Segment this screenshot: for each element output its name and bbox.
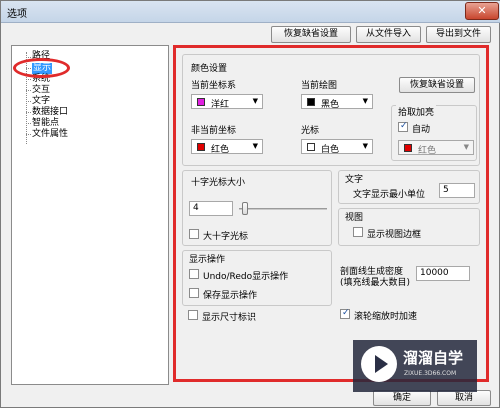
highlight-oval <box>13 58 70 78</box>
crosshair-size-group: 十字光标大小 4 大十字光标 <box>182 170 332 246</box>
cancel-button[interactable]: 取消 <box>437 390 491 406</box>
pick-highlight-title: 拾取加亮 <box>396 105 437 118</box>
pick-highlight-group: 拾取加亮 自动 红色 ▼ <box>391 105 477 161</box>
restore-defaults-button[interactable]: 恢复缺省设置 <box>271 26 351 43</box>
undo-redo-label: Undo/Redo显示操作 <box>203 272 289 282</box>
current-axis-color-select[interactable]: 洋红 ▼ <box>191 94 263 110</box>
watermark-sub-text: ZIXUE.3D66.COM <box>404 370 457 377</box>
tree-branch <box>26 123 31 124</box>
tree-branch <box>26 112 31 113</box>
display-ops-group: 显示操作 Undo/Redo显示操作 保存显示操作 <box>182 250 332 306</box>
view-title: 视图 <box>345 213 364 223</box>
noncurrent-axis-label: 非当前坐标 <box>191 126 237 136</box>
big-crosshair-label: 大十字光标 <box>203 232 249 242</box>
cursor-color-value: 白色 <box>321 145 340 155</box>
cursor-color-select[interactable]: 白色 ▼ <box>301 139 373 155</box>
wheel-zoom-label: 滚轮缩放时加速 <box>354 312 418 322</box>
window-title: 选项 <box>7 9 27 20</box>
tree-item-data-interface[interactable]: 数据接口 <box>32 107 68 118</box>
show-view-border-label: 显示视图边框 <box>367 230 422 240</box>
chevron-down-icon: ▼ <box>362 142 368 150</box>
section-density-input[interactable]: 10000 <box>416 266 470 281</box>
save-display-checkbox[interactable] <box>189 288 199 298</box>
play-triangle <box>375 355 388 373</box>
color-swatch <box>404 144 412 152</box>
auto-highlight-checkbox[interactable] <box>398 121 408 132</box>
noncurrent-axis-color-select[interactable]: 红色 ▼ <box>191 139 263 155</box>
highlight-color-select[interactable]: 红色 ▼ <box>398 140 474 156</box>
auto-highlight-label: 自动 <box>412 125 431 135</box>
watermark-main-text: 溜溜自学 <box>403 349 464 367</box>
export-file-button[interactable]: 导出到文件 <box>426 26 491 43</box>
chevron-down-icon: ▼ <box>252 142 258 150</box>
crosshair-size-title: 十字光标大小 <box>191 178 246 188</box>
slider-track <box>239 208 327 210</box>
view-group: 视图 显示视图边框 <box>338 208 480 246</box>
min-unit-label: 文字显示最小单位 <box>353 190 426 200</box>
noncurrent-axis-color-value: 红色 <box>211 145 230 155</box>
tree-item-file-properties[interactable]: 文件属性 <box>32 129 68 140</box>
tree-branch <box>26 79 31 80</box>
text-title: 文字 <box>345 175 364 185</box>
color-restore-defaults-button[interactable]: 恢复缺省设置 <box>399 77 475 93</box>
current-draw-label: 当前绘图 <box>301 81 338 91</box>
dimension-marks-label: 显示尺寸标识 <box>202 313 257 323</box>
color-swatch <box>197 98 205 106</box>
show-view-border-checkbox[interactable] <box>353 227 363 237</box>
current-draw-color-select[interactable]: 黑色 ▼ <box>301 94 373 110</box>
color-swatch <box>197 143 205 151</box>
crosshair-size-slider[interactable] <box>239 201 327 216</box>
highlight-color-value: 红色 <box>418 146 437 156</box>
color-settings-title: 颜色设置 <box>191 64 228 74</box>
options-dialog: 选项 ✕ 恢复缺省设置 从文件导入 导出到文件 路径 显示 系统 交互 文字 数… <box>0 0 500 408</box>
current-draw-color-value: 黑色 <box>321 100 340 110</box>
watermark-logo: 溜溜自学 ZIXUE.3D66.COM <box>353 340 477 392</box>
play-icon <box>361 346 397 382</box>
big-crosshair-checkbox[interactable] <box>189 229 199 239</box>
slider-thumb[interactable] <box>242 202 249 215</box>
tree-branch <box>26 101 31 102</box>
tree-item-interaction[interactable]: 交互 <box>32 85 50 96</box>
text-group: 文字 文字显示最小单位 5 <box>338 170 480 204</box>
tree-item-text[interactable]: 文字 <box>32 96 50 107</box>
current-axis-label: 当前坐标系 <box>191 81 237 91</box>
wheel-zoom-checkbox[interactable] <box>340 308 350 319</box>
title-bar[interactable]: 选项 ✕ <box>1 1 500 23</box>
cursor-label: 光标 <box>301 126 320 136</box>
chevron-down-icon: ▼ <box>362 97 368 105</box>
chevron-down-icon: ▼ <box>252 97 258 105</box>
tree-item-smart-point[interactable]: 智能点 <box>32 118 59 129</box>
current-axis-color-value: 洋红 <box>211 100 230 110</box>
color-swatch <box>307 143 315 151</box>
tree-branch <box>26 90 31 91</box>
section-density-label-line2: (填充线最大数目) <box>340 278 411 288</box>
color-swatch <box>307 98 315 106</box>
tree-branch <box>26 134 31 135</box>
display-settings-panel: 颜色设置 当前坐标系 洋红 ▼ 当前绘图 黑色 ▼ 恢复缺省设置 非当前坐标 红… <box>173 45 489 382</box>
min-unit-input[interactable]: 5 <box>439 183 475 198</box>
undo-redo-checkbox[interactable] <box>189 269 199 279</box>
display-ops-title: 显示操作 <box>189 255 226 265</box>
dimension-marks-checkbox[interactable] <box>188 310 198 320</box>
category-tree: 路径 显示 系统 交互 文字 数据接口 智能点 文件属性 <box>11 45 169 385</box>
chevron-down-icon: ▼ <box>463 143 469 151</box>
save-display-label: 保存显示操作 <box>203 291 258 301</box>
ok-button[interactable]: 确定 <box>373 390 431 406</box>
close-button[interactable]: ✕ <box>465 2 499 20</box>
import-file-button[interactable]: 从文件导入 <box>356 26 421 43</box>
crosshair-size-input[interactable]: 4 <box>189 201 233 216</box>
color-settings-group: 颜色设置 当前坐标系 洋红 ▼ 当前绘图 黑色 ▼ 恢复缺省设置 非当前坐标 红… <box>182 54 480 166</box>
